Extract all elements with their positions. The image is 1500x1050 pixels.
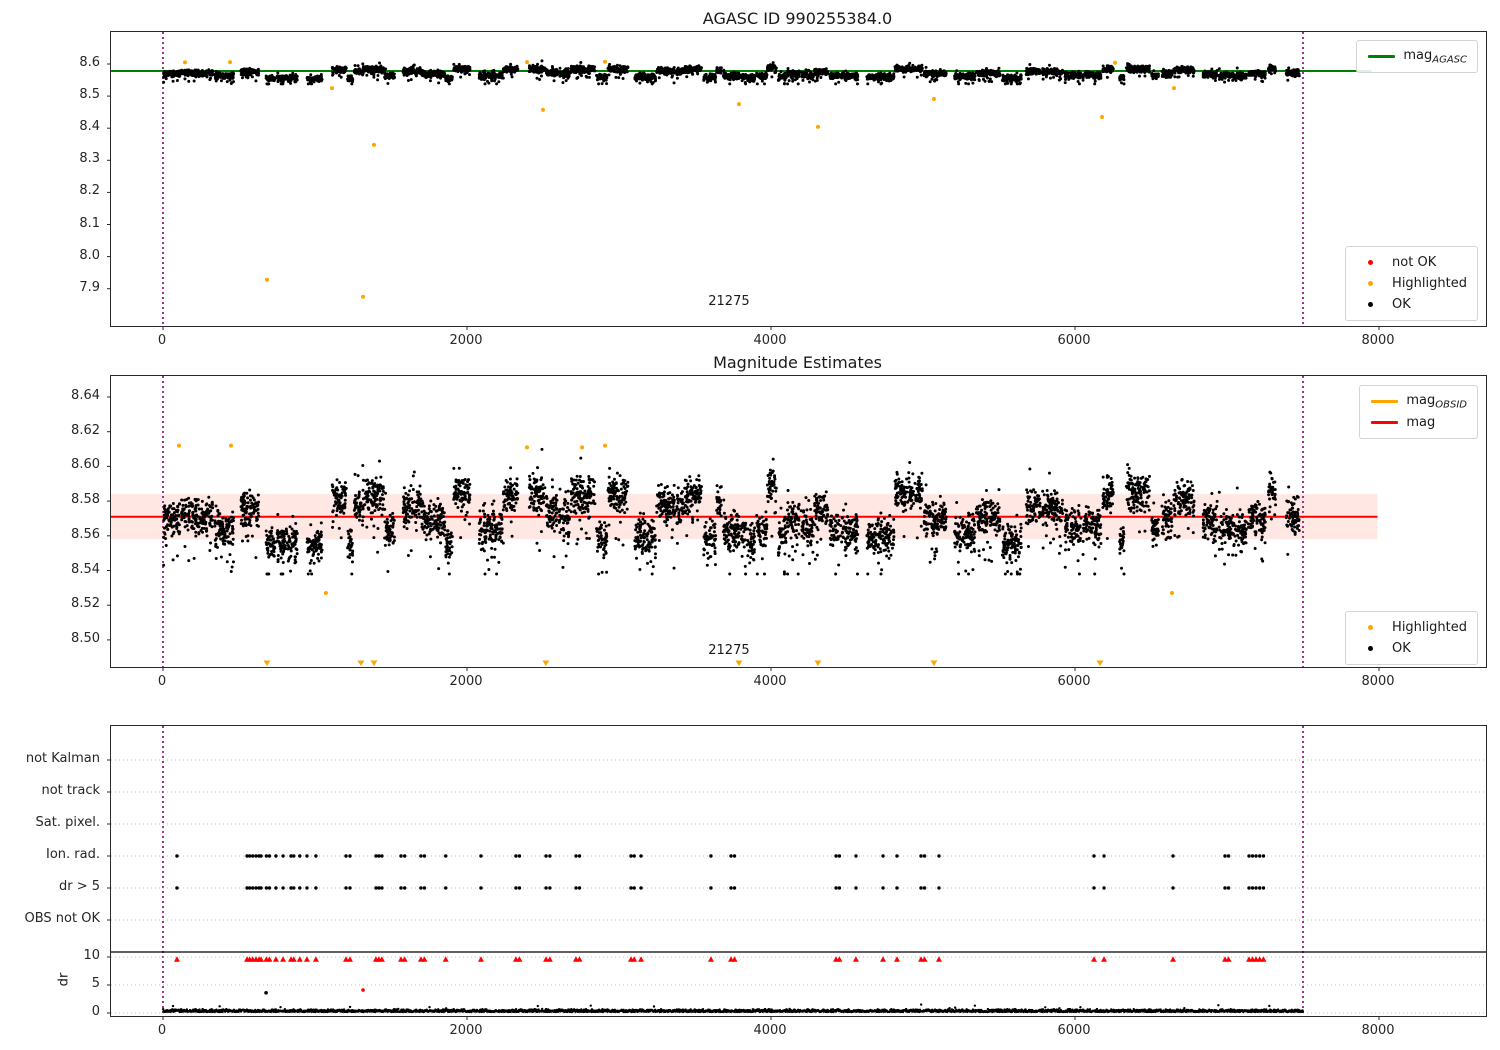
y-tick-label: 8.3 [79, 151, 100, 167]
mag-agasc-line-swatch [1365, 55, 1397, 58]
y-tick-label: 8.50 [71, 630, 100, 646]
legend-label: mag [1406, 415, 1436, 430]
legend-marker-line [1368, 400, 1400, 403]
legend-panel1-status: not OK Highlighted OK [1345, 246, 1478, 321]
x-tick-label: 4000 [753, 1023, 787, 1038]
figure: AGASC ID 990255384.0 Magnitude Estimates… [0, 0, 1500, 1050]
mag-agasc-label: magAGASC [1403, 47, 1467, 66]
legend-label: magOBSID [1406, 392, 1467, 411]
panel2-obsid-annotation: 21275 [708, 643, 750, 658]
dr-tick-label: 10 [83, 948, 100, 963]
category-label: dr > 5 [58, 879, 100, 894]
x-tick-label: 6000 [1057, 333, 1091, 348]
y-tick-label: 8.52 [71, 596, 100, 612]
x-tick-label: 2000 [449, 674, 483, 689]
y-tick-label: 8.1 [79, 215, 100, 231]
legend-label: Highlighted [1392, 276, 1467, 291]
legend-marker-dot [1354, 625, 1386, 630]
legend-row: magOBSID [1368, 391, 1467, 412]
y-tick-label: 8.62 [71, 422, 100, 438]
x-tick-label: 0 [157, 333, 167, 348]
panel1-canvas [107, 32, 1380, 330]
legend-row: OK [1354, 294, 1467, 315]
category-label: not track [41, 783, 100, 798]
legend-row: OK [1354, 638, 1467, 659]
y-tick-label: 8.2 [79, 183, 100, 199]
category-label: Sat. pixel. [35, 815, 100, 830]
legend-row: Highlighted [1354, 273, 1467, 294]
legend-panel2-lines: magOBSID mag [1359, 385, 1478, 439]
legend-label: Highlighted [1392, 620, 1467, 635]
legend-marker-line [1368, 421, 1400, 424]
x-tick-label: 8000 [1361, 333, 1395, 348]
y-tick-label: 8.60 [71, 457, 100, 473]
x-tick-label: 6000 [1057, 1023, 1091, 1038]
x-tick-label: 8000 [1361, 674, 1395, 689]
dr-tick-label: 0 [91, 1004, 100, 1019]
panel2-title: Magnitude Estimates [713, 353, 882, 372]
legend-row: not OK [1354, 252, 1467, 273]
y-tick-label: 7.9 [79, 279, 100, 295]
panel1-plot-area [107, 31, 1487, 330]
y-tick-label: 8.6 [79, 55, 100, 70]
y-tick-label: 8.0 [79, 247, 100, 263]
x-tick-label: 4000 [753, 333, 787, 348]
legend-marker-dot [1354, 646, 1386, 651]
legend-row: mag [1368, 412, 1467, 433]
dr-trace [161, 1003, 1305, 1014]
x-tick-label: 2000 [449, 1023, 483, 1038]
y-tick-label: 8.5 [79, 87, 100, 103]
x-tick-label: 2000 [449, 333, 483, 348]
panel1-obsid-annotation: 21275 [708, 294, 750, 309]
panel1-highlighted [183, 59, 1176, 299]
legend-marker-dot [1354, 281, 1386, 286]
flag-dots [175, 854, 1266, 890]
panel2-plot-area [107, 375, 1487, 671]
panel1-ok-scatter [162, 59, 1301, 86]
panel2-highlighted [176, 443, 1174, 666]
dr-clipped-triangles [173, 956, 1267, 962]
category-label: Ion. rad. [46, 847, 100, 862]
y-tick-label: 8.54 [71, 561, 100, 577]
x-tick-label: 0 [157, 1023, 167, 1038]
legend-mag-agasc: magAGASC [1356, 40, 1478, 73]
x-tick-label: 6000 [1057, 674, 1091, 689]
x-tick-label: 0 [157, 674, 167, 689]
y-tick-label: 8.58 [71, 492, 100, 508]
dr-tick-label: 5 [91, 976, 100, 991]
y-tick-label: 8.56 [71, 526, 100, 542]
legend-row: Highlighted [1354, 617, 1467, 638]
legend-row: magAGASC [1365, 46, 1467, 67]
y-tick-label: 8.4 [79, 119, 100, 135]
x-tick-label: 8000 [1361, 1023, 1395, 1038]
legend-label: OK [1392, 297, 1411, 312]
panel1-title: AGASC ID 990255384.0 [702, 9, 893, 28]
legend-label: not OK [1392, 255, 1437, 270]
legend-panel2-status: Highlighted OK [1345, 611, 1478, 665]
legend-label: OK [1392, 641, 1411, 656]
panel3-canvas [107, 726, 1486, 1020]
legend-marker-dot [1354, 260, 1386, 265]
panel3-plot-area [107, 725, 1487, 1020]
panel2-canvas [107, 376, 1380, 671]
legend-marker-dot [1354, 302, 1386, 307]
y-tick-label: 8.64 [71, 388, 100, 403]
x-tick-label: 4000 [753, 674, 787, 689]
category-label: not Kalman [25, 751, 100, 766]
category-label: OBS not OK [24, 911, 101, 926]
